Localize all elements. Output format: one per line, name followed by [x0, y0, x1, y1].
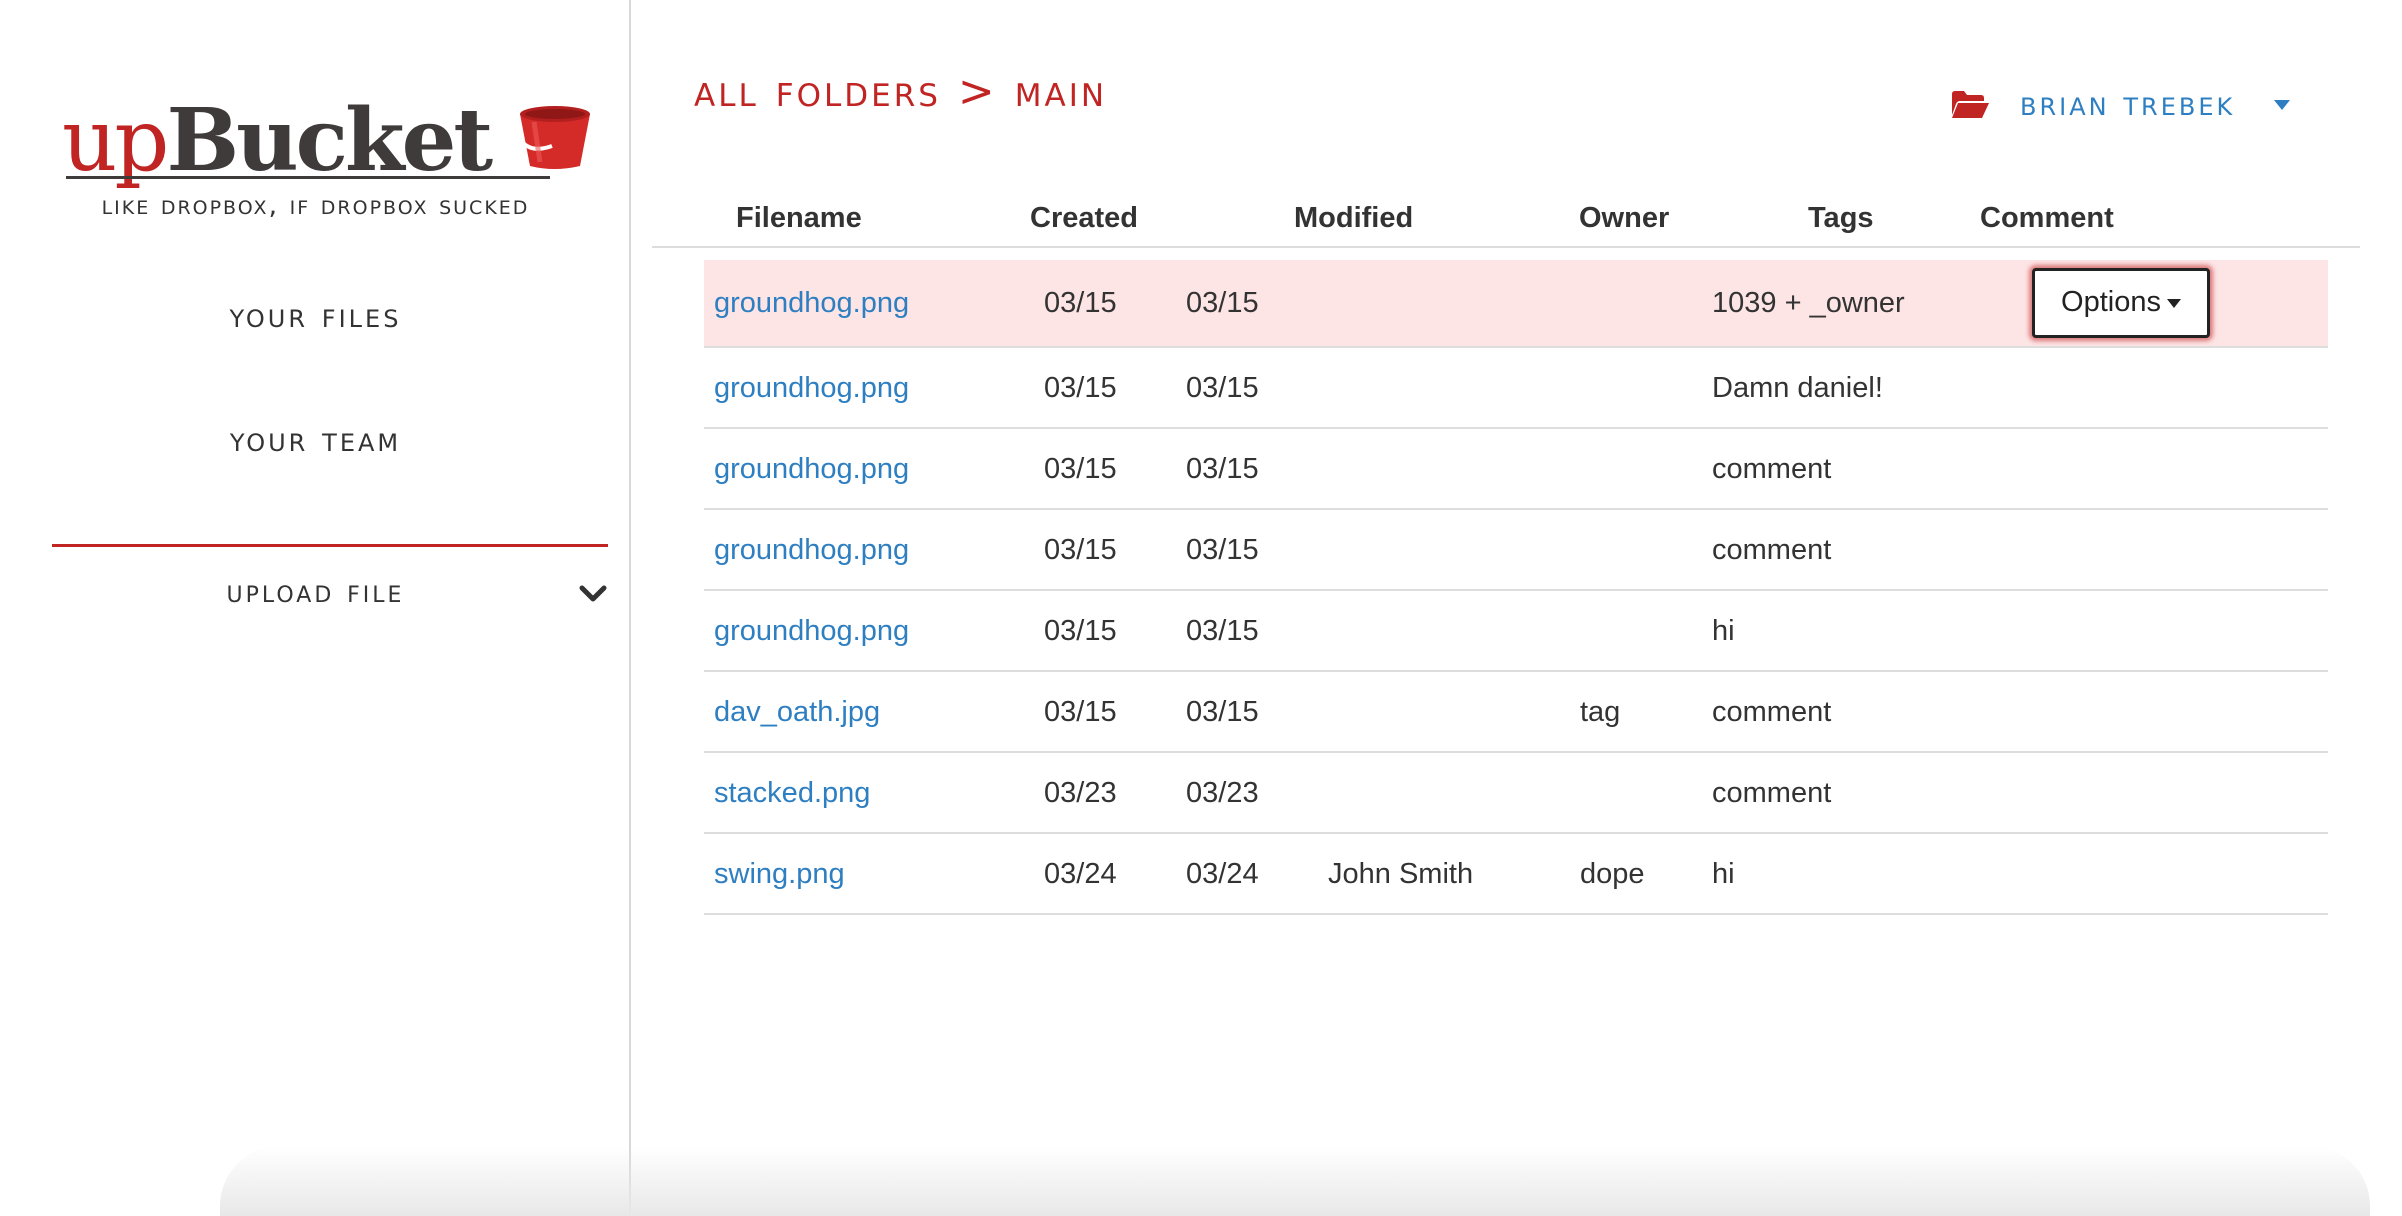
modified-date: 03/15	[1186, 615, 1259, 647]
table-row[interactable]: swing.png 03/24 03/24 John Smith dope hi	[704, 834, 2328, 915]
file-link[interactable]: swing.png	[714, 834, 845, 914]
file-link[interactable]: groundhog.png	[714, 429, 909, 509]
created-date: 03/15	[1044, 534, 1117, 566]
breadcrumb-separator: >	[957, 66, 998, 117]
modified-date: 03/15	[1186, 534, 1259, 566]
file-link[interactable]: groundhog.png	[714, 348, 909, 428]
file-link[interactable]: groundhog.png	[714, 510, 909, 590]
folder-open-icon	[1952, 91, 1989, 118]
column-header-owner[interactable]: Owner	[1579, 202, 1669, 235]
logo-underline	[66, 176, 550, 179]
breadcrumb-current: main	[1014, 66, 1108, 117]
options-button[interactable]: Options	[2032, 268, 2210, 338]
file-link[interactable]: dav_oath.jpg	[714, 672, 880, 752]
logo-text: upBucket	[62, 96, 493, 187]
modified-date: 03/15	[1186, 696, 1259, 728]
sidebar: upBucket Like Dropbox, if Dropbox sucked…	[0, 0, 631, 1216]
file-table-body: groundhog.png 03/15 03/15 1039 + _owner …	[704, 260, 2328, 915]
tagline: Like Dropbox, if Dropbox sucked	[101, 190, 530, 221]
modified-date: 03/15	[1186, 453, 1259, 485]
file-link[interactable]: groundhog.png	[714, 591, 909, 671]
table-row[interactable]: groundhog.png 03/15 03/15 Damn daniel!	[704, 348, 2328, 429]
modified-date: 03/15	[1186, 372, 1259, 404]
file-link[interactable]: groundhog.png	[714, 260, 909, 346]
comment: comment	[1712, 453, 1832, 485]
owner: John Smith	[1328, 858, 1474, 890]
logo[interactable]: upBucket	[62, 96, 602, 186]
created-date: 03/23	[1044, 777, 1117, 809]
tags: dope	[1580, 858, 1645, 890]
user-name: Brian Trebek	[2020, 84, 2236, 124]
options-label: Options	[2061, 286, 2161, 318]
comment: comment	[1712, 777, 1832, 809]
comment: Damn daniel!	[1712, 372, 1883, 404]
caret-down-icon	[2274, 100, 2290, 110]
breadcrumb-root[interactable]: All Folders	[694, 66, 941, 117]
comment: hi	[1712, 858, 1735, 890]
upload-file-toggle[interactable]: Upload File	[0, 574, 631, 618]
table-row[interactable]: dav_oath.jpg 03/15 03/15 tag comment	[704, 672, 2328, 753]
table-header-rule	[652, 246, 2360, 248]
sidebar-divider	[52, 544, 608, 547]
comment: 1039 + _owner	[1712, 287, 1905, 319]
table-row[interactable]: groundhog.png 03/15 03/15 1039 + _owner …	[704, 260, 2328, 348]
tags: tag	[1580, 696, 1621, 728]
bucket-icon	[514, 106, 590, 169]
created-date: 03/15	[1044, 287, 1117, 319]
app-window: upBucket Like Dropbox, if Dropbox sucked…	[0, 0, 2402, 1216]
created-date: 03/15	[1044, 696, 1117, 728]
comment: comment	[1712, 534, 1832, 566]
chevron-down-icon	[579, 585, 607, 602]
nav-your-team[interactable]: Your Team	[0, 420, 631, 460]
caret-down-icon	[2166, 298, 2181, 308]
column-header-filename[interactable]: Filename	[736, 202, 862, 235]
comment: comment	[1712, 696, 1832, 728]
table-row[interactable]: stacked.png 03/23 03/23 comment	[704, 753, 2328, 834]
table-row[interactable]: groundhog.png 03/15 03/15 comment	[704, 510, 2328, 591]
page-bottom-shadow	[220, 1146, 2370, 1216]
created-date: 03/15	[1044, 372, 1117, 404]
created-date: 03/24	[1044, 858, 1117, 890]
file-link[interactable]: stacked.png	[714, 753, 870, 833]
column-header-modified[interactable]: Modified	[1294, 202, 1413, 235]
column-header-comment[interactable]: Comment	[1980, 202, 2114, 235]
created-date: 03/15	[1044, 615, 1117, 647]
breadcrumb: All Folders > main	[694, 66, 1107, 117]
upload-file-label: Upload File	[226, 574, 405, 610]
column-header-tags[interactable]: Tags	[1808, 202, 1874, 235]
comment: hi	[1712, 615, 1735, 647]
table-row[interactable]: groundhog.png 03/15 03/15 comment	[704, 429, 2328, 510]
modified-date: 03/15	[1186, 287, 1259, 319]
modified-date: 03/23	[1186, 777, 1259, 809]
modified-date: 03/24	[1186, 858, 1259, 890]
column-header-created[interactable]: Created	[1030, 202, 1138, 235]
nav-your-files[interactable]: Your Files	[0, 296, 631, 336]
created-date: 03/15	[1044, 453, 1117, 485]
table-row[interactable]: groundhog.png 03/15 03/15 hi	[704, 591, 2328, 672]
